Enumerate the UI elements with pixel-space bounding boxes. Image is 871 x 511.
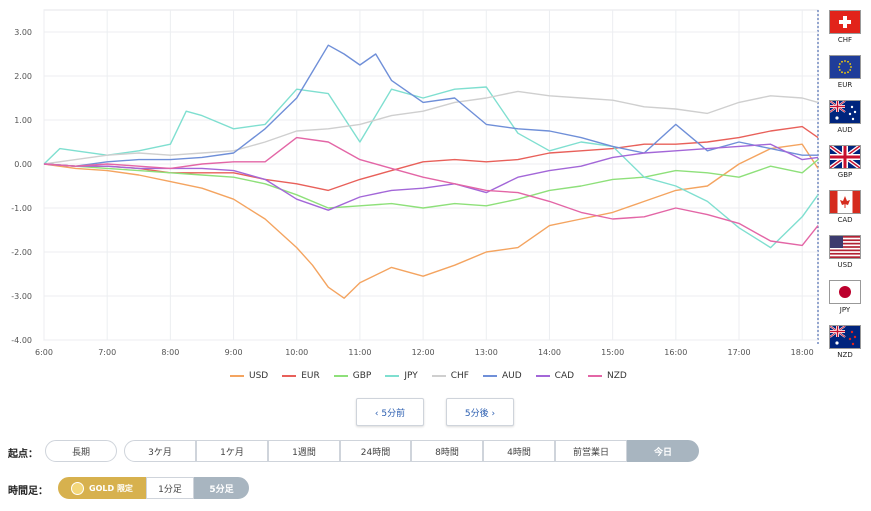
x-tick-label: 13:00 — [475, 348, 498, 357]
x-tick-label: 18:00 — [791, 348, 814, 357]
y-tick-label: 1.00 — [14, 116, 32, 125]
y-tick-label: 3.00 — [14, 28, 32, 37]
start-option-6[interactable]: 4時間 — [483, 440, 555, 462]
start-option-0[interactable]: 長期 — [45, 440, 117, 462]
new-zealand-flag-icon — [829, 325, 861, 349]
legend-item-cad[interactable]: CAD — [535, 371, 575, 381]
flag-item-usd[interactable]: USD — [828, 235, 862, 269]
next-5min-button[interactable]: 5分後 › — [446, 398, 514, 426]
legend-label: JPY — [404, 371, 418, 381]
y-tick-label: -3.00 — [11, 292, 32, 301]
uk-flag-icon — [829, 145, 861, 169]
timeframe-label: 時間足： — [8, 486, 48, 497]
y-tick-label: 2.00 — [14, 72, 32, 81]
start-option-4[interactable]: 24時間 — [340, 440, 411, 462]
legend-label: EUR — [301, 371, 320, 381]
legend-item-nzd[interactable]: NZD — [588, 371, 627, 381]
flag-label: GBP — [837, 171, 853, 179]
x-tick-label: 6:00 — [35, 348, 53, 357]
flag-label: EUR — [837, 81, 853, 89]
y-tick-label: -2.00 — [11, 248, 32, 257]
plot-area — [43, 9, 819, 341]
flag-label: USD — [837, 261, 853, 269]
legend-label: CAD — [554, 371, 575, 381]
legend-swatch — [535, 375, 550, 377]
legend-item-usd[interactable]: USD — [230, 371, 268, 381]
x-tick-label: 12:00 — [412, 348, 435, 357]
legend-item-gbp[interactable]: GBP — [333, 371, 372, 381]
start-option-2[interactable]: 1ケ月 — [196, 440, 268, 462]
flag-label: CHF — [837, 36, 853, 44]
usa-flag-icon — [829, 235, 861, 259]
fx-strength-chart: 3.00 2.00 1.00 0.00 -1.00 -2.00 -3.00 -4.006:00… — [11, 9, 819, 357]
flag-label: JPY — [839, 306, 851, 314]
x-tick-label: 17:00 — [727, 348, 750, 357]
legend-swatch — [385, 375, 400, 377]
legend-swatch — [431, 375, 446, 377]
legend-swatch — [333, 375, 348, 377]
flag-item-jpy[interactable]: JPY — [828, 280, 862, 314]
flag-item-gbp[interactable]: GBP — [828, 145, 862, 179]
x-tick-label: 8:00 — [161, 348, 179, 357]
timeframe-option-1[interactable]: 5分足 — [194, 477, 249, 499]
legend-label: CHF — [450, 371, 469, 381]
gold-label: GOLD 限定 — [89, 483, 133, 493]
legend-item-chf[interactable]: CHF — [431, 371, 469, 381]
currency-flag-list: CHF EUR AUD GBP CAD USD JPY NZD — [820, 10, 871, 359]
legend-item-eur[interactable]: EUR — [282, 371, 320, 381]
x-tick-label: 10:00 — [285, 348, 308, 357]
legend-label: USD — [249, 371, 269, 381]
timeframe-option-0[interactable]: 1分足 — [146, 477, 194, 499]
flag-item-nzd[interactable]: NZD — [828, 325, 862, 359]
legend-item-aud[interactable]: AUD — [482, 371, 522, 381]
flag-item-cad[interactable]: CAD — [828, 190, 862, 224]
x-tick-label: 7:00 — [98, 348, 116, 357]
flag-label: AUD — [837, 126, 853, 134]
australia-flag-icon — [829, 100, 861, 124]
chart-legend: USD EUR GBP JPY CHF AUD CAD NZD — [230, 366, 627, 386]
legend-swatch — [282, 375, 297, 377]
x-tick-label: 9:00 — [225, 348, 243, 357]
legend-swatch — [482, 375, 497, 377]
start-option-5[interactable]: 8時間 — [411, 440, 483, 462]
y-tick-label: -1.00 — [11, 204, 32, 213]
legend-item-jpy[interactable]: JPY — [385, 371, 418, 381]
canada-flag-icon — [829, 190, 861, 214]
flag-label: CAD — [837, 216, 853, 224]
prev-5min-button[interactable]: ‹ 5分前 — [356, 398, 424, 426]
start-option-8[interactable]: 今日 — [627, 440, 699, 462]
gold-limited-badge: GOLD 限定 — [58, 477, 146, 499]
start-point-label: 起点： — [8, 449, 38, 460]
flag-item-aud[interactable]: AUD — [828, 100, 862, 134]
flag-label: NZD — [837, 351, 853, 359]
x-tick-label: 11:00 — [348, 348, 371, 357]
legend-label: GBP — [352, 371, 372, 381]
legend-label: NZD — [607, 371, 627, 381]
swiss-flag-icon — [829, 10, 861, 34]
y-tick-label: 0.00 — [14, 160, 32, 169]
japan-flag-icon — [829, 280, 861, 304]
flag-item-chf[interactable]: CHF — [828, 10, 862, 44]
start-option-3[interactable]: 1週間 — [268, 440, 340, 462]
x-tick-label: 16:00 — [664, 348, 687, 357]
gold-coin-icon — [71, 481, 85, 495]
legend-swatch — [230, 375, 244, 377]
x-tick-label: 14:00 — [538, 348, 561, 357]
eu-flag-icon — [829, 55, 861, 79]
legend-label: AUD — [501, 371, 522, 381]
legend-swatch — [588, 375, 603, 377]
y-tick-label: -4.00 — [11, 336, 32, 345]
flag-item-eur[interactable]: EUR — [828, 55, 862, 89]
start-option-7[interactable]: 前営業日 — [555, 440, 627, 462]
start-option-1[interactable]: 3ケ月 — [124, 440, 196, 462]
x-tick-label: 15:00 — [601, 348, 624, 357]
